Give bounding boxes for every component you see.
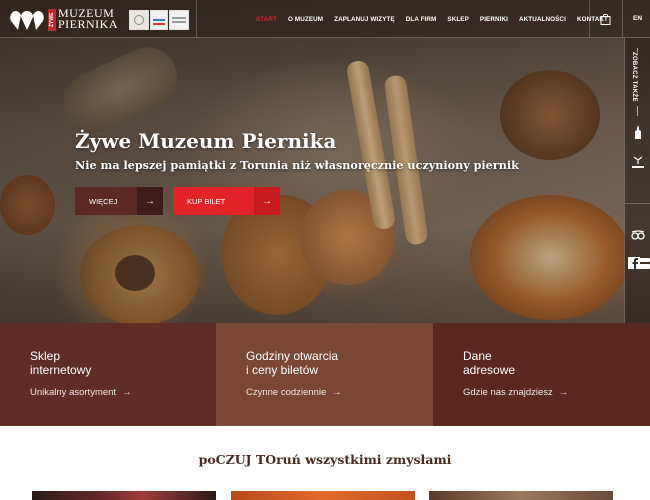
nav-item-sklep[interactable]: SKLEP xyxy=(447,16,469,23)
logo-line-2: PIERNIKA xyxy=(58,17,118,31)
hero-banner: ŻYWE MUZEUM PIERNIKA START O MUZEUM ZAPL… xyxy=(0,0,650,323)
nav-item-o-muzeum[interactable]: O MUZEUM xyxy=(288,16,323,23)
section-tagline: poCZUJ TOruń wszystkimi zmysłami xyxy=(198,452,452,467)
tile-link-text: Unikalny asortyment xyxy=(30,387,117,398)
tile-title-line-1: Godziny otwarcia xyxy=(246,349,339,363)
sidebar-line xyxy=(637,106,638,116)
top-navigation-bar: ŻYWE MUZEUM PIERNIKA START O MUZEUM ZAPL… xyxy=(0,0,650,38)
nav-item-pierniki[interactable]: PIERNIKI xyxy=(480,16,508,23)
sidebar-line xyxy=(637,48,638,52)
hero-subtitle: Nie ma lepszej pamiątki z Torunia niż wł… xyxy=(75,158,519,172)
arrow-right-icon: → xyxy=(137,187,163,215)
arrow-right-icon: → xyxy=(558,387,569,398)
hero-title: Żywe Muzeum Piernika xyxy=(75,129,337,153)
gallery-thumbnail[interactable] xyxy=(231,491,415,500)
tile-title: Godziny otwarcia i ceny biletów xyxy=(246,349,338,377)
tile-title: Dane adresowe xyxy=(463,349,515,377)
nav-divider xyxy=(622,0,623,38)
tile-online-shop[interactable]: Sklep internetowy Unikalny asortyment → xyxy=(0,323,216,426)
gallery-thumbnail[interactable] xyxy=(429,491,613,500)
gallery-thumbnail[interactable] xyxy=(32,491,216,500)
sidebar-divider xyxy=(625,203,650,204)
tile-title-line-1: Sklep xyxy=(30,349,61,363)
logo-side-label: ŻYWE xyxy=(48,9,56,31)
partner-logo-1[interactable] xyxy=(129,10,149,30)
tile-link[interactable]: Czynne codziennie → xyxy=(246,387,342,398)
more-button[interactable]: WIĘCEJ → xyxy=(75,187,163,215)
youtube-icon[interactable] xyxy=(638,256,650,272)
shopping-bag-icon[interactable] xyxy=(600,13,611,25)
nav-divider xyxy=(196,0,197,38)
heritage-logo-icon[interactable] xyxy=(630,154,646,170)
nav-item-aktualnosci[interactable]: AKTUALNOŚCI xyxy=(519,16,566,23)
more-button-label: WIĘCEJ xyxy=(89,196,118,206)
tile-title-line-1: Dane xyxy=(463,349,492,363)
tile-link[interactable]: Unikalny asortyment → xyxy=(30,387,132,398)
nav-item-dla-firm[interactable]: DLA FIRM xyxy=(406,16,437,23)
nav-item-zaplanuj-wizyte[interactable]: ZAPLANUJ WIZYTĘ xyxy=(334,16,395,23)
see-also-label: ZOBACZ TAKŻE xyxy=(631,52,637,102)
tile-link-text: Czynne codziennie xyxy=(246,387,327,398)
partner-logo-3[interactable] xyxy=(169,10,189,30)
logo-text[interactable]: MUZEUM PIERNIKA xyxy=(58,7,118,31)
church-icon[interactable] xyxy=(630,124,646,140)
tile-title: Sklep internetowy xyxy=(30,349,91,377)
tile-opening-hours[interactable]: Godziny otwarcia i ceny biletów Czynne c… xyxy=(216,323,433,426)
tile-title-line-2: adresowe xyxy=(463,363,516,377)
tile-link-text: Gdzie nas znajdziesz xyxy=(463,387,553,398)
arrow-right-icon: → xyxy=(332,387,342,398)
tile-address[interactable]: Dane adresowe Gdzie nas znajdziesz → xyxy=(433,323,650,426)
language-switch[interactable]: EN xyxy=(633,15,642,22)
heart-logo-icon[interactable] xyxy=(10,9,44,31)
buy-ticket-button[interactable]: KUP BILET → xyxy=(173,187,280,215)
nav-item-start[interactable]: START xyxy=(256,16,277,23)
tile-title-line-2: internetowy xyxy=(30,363,92,377)
main-menu: START O MUZEUM ZAPLANUJ WIZYTĘ DLA FIRM … xyxy=(256,0,619,38)
partner-logo-2[interactable] xyxy=(150,10,168,30)
arrow-right-icon: → xyxy=(254,187,280,215)
tripadvisor-icon[interactable] xyxy=(630,227,646,243)
tile-title-line-2: i ceny biletów xyxy=(246,363,319,377)
tile-link[interactable]: Gdzie nas znajdziesz → xyxy=(463,387,568,398)
arrow-right-icon: → xyxy=(122,387,132,398)
buy-ticket-label: KUP BILET xyxy=(187,196,226,206)
see-also-sidebar: ZOBACZ TAKŻE xyxy=(624,38,650,323)
